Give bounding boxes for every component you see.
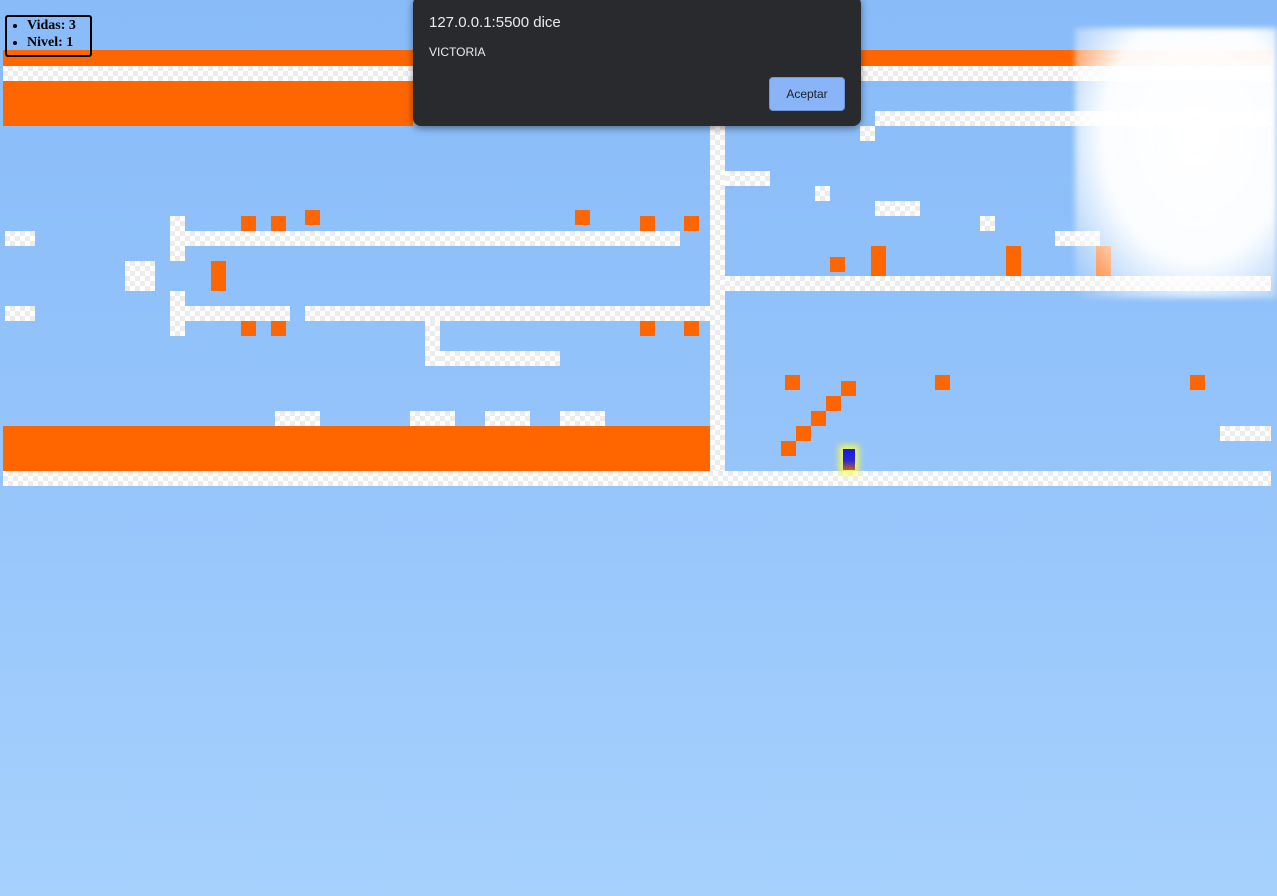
wall bbox=[980, 216, 995, 231]
lava-block bbox=[785, 375, 800, 390]
game-board bbox=[0, 0, 1277, 896]
wall bbox=[725, 171, 770, 186]
lives-item: Vidas: 3 bbox=[27, 17, 90, 34]
lava-block bbox=[781, 441, 796, 456]
lava-block bbox=[211, 261, 226, 291]
wall bbox=[875, 111, 1271, 126]
lava-block bbox=[830, 257, 845, 272]
player bbox=[843, 449, 855, 470]
wall bbox=[410, 411, 455, 426]
lava-block bbox=[575, 210, 590, 225]
wall bbox=[1220, 426, 1271, 441]
wall bbox=[185, 231, 680, 246]
accept-button[interactable]: Aceptar bbox=[769, 77, 845, 111]
wall bbox=[485, 411, 530, 426]
dialog-message: VICTORIA bbox=[429, 45, 486, 59]
lava-block bbox=[684, 216, 699, 231]
lava-band bbox=[3, 81, 413, 126]
lava-block bbox=[1190, 375, 1205, 390]
lava-block bbox=[826, 396, 841, 411]
wall bbox=[5, 306, 35, 321]
wall bbox=[725, 276, 1271, 291]
status-list: Vidas: 3 Nivel: 1 bbox=[7, 17, 90, 51]
wall bbox=[440, 351, 560, 366]
wall bbox=[275, 411, 320, 426]
lava-block bbox=[1006, 246, 1021, 276]
lava-block bbox=[796, 426, 811, 441]
dialog-title: 127.0.0.1:5500 dice bbox=[429, 14, 561, 31]
wall bbox=[170, 216, 185, 261]
lava-block bbox=[640, 216, 655, 231]
lava-block bbox=[841, 381, 856, 396]
wall bbox=[5, 231, 35, 246]
alert-dialog: 127.0.0.1:5500 dice VICTORIA Aceptar bbox=[413, 0, 861, 126]
wall bbox=[815, 186, 830, 201]
lava-block bbox=[640, 321, 655, 336]
wall bbox=[170, 291, 185, 336]
lava-block bbox=[241, 216, 256, 231]
lava-block bbox=[935, 375, 950, 390]
lava-block bbox=[1096, 246, 1111, 276]
level-text: Nivel: 1 bbox=[27, 35, 74, 50]
lava-pool bbox=[3, 426, 710, 471]
lava-block bbox=[271, 321, 286, 336]
wall bbox=[560, 411, 605, 426]
wall bbox=[125, 261, 155, 291]
lives-text: Vidas: 3 bbox=[27, 18, 76, 33]
wall bbox=[305, 306, 710, 321]
lava-block bbox=[305, 210, 320, 225]
wall bbox=[1055, 231, 1100, 246]
wall bbox=[185, 306, 290, 321]
level-item: Nivel: 1 bbox=[27, 34, 90, 51]
wall bbox=[875, 201, 920, 216]
lava-block bbox=[811, 411, 826, 426]
lava-block bbox=[271, 216, 286, 231]
floor bbox=[3, 471, 1271, 486]
lava-block bbox=[684, 321, 699, 336]
wall-column bbox=[710, 120, 725, 485]
wall bbox=[425, 321, 440, 366]
status-panel: Vidas: 3 Nivel: 1 bbox=[5, 15, 92, 57]
lava-block bbox=[871, 246, 886, 276]
lava-block bbox=[241, 321, 256, 336]
wall bbox=[860, 126, 875, 141]
